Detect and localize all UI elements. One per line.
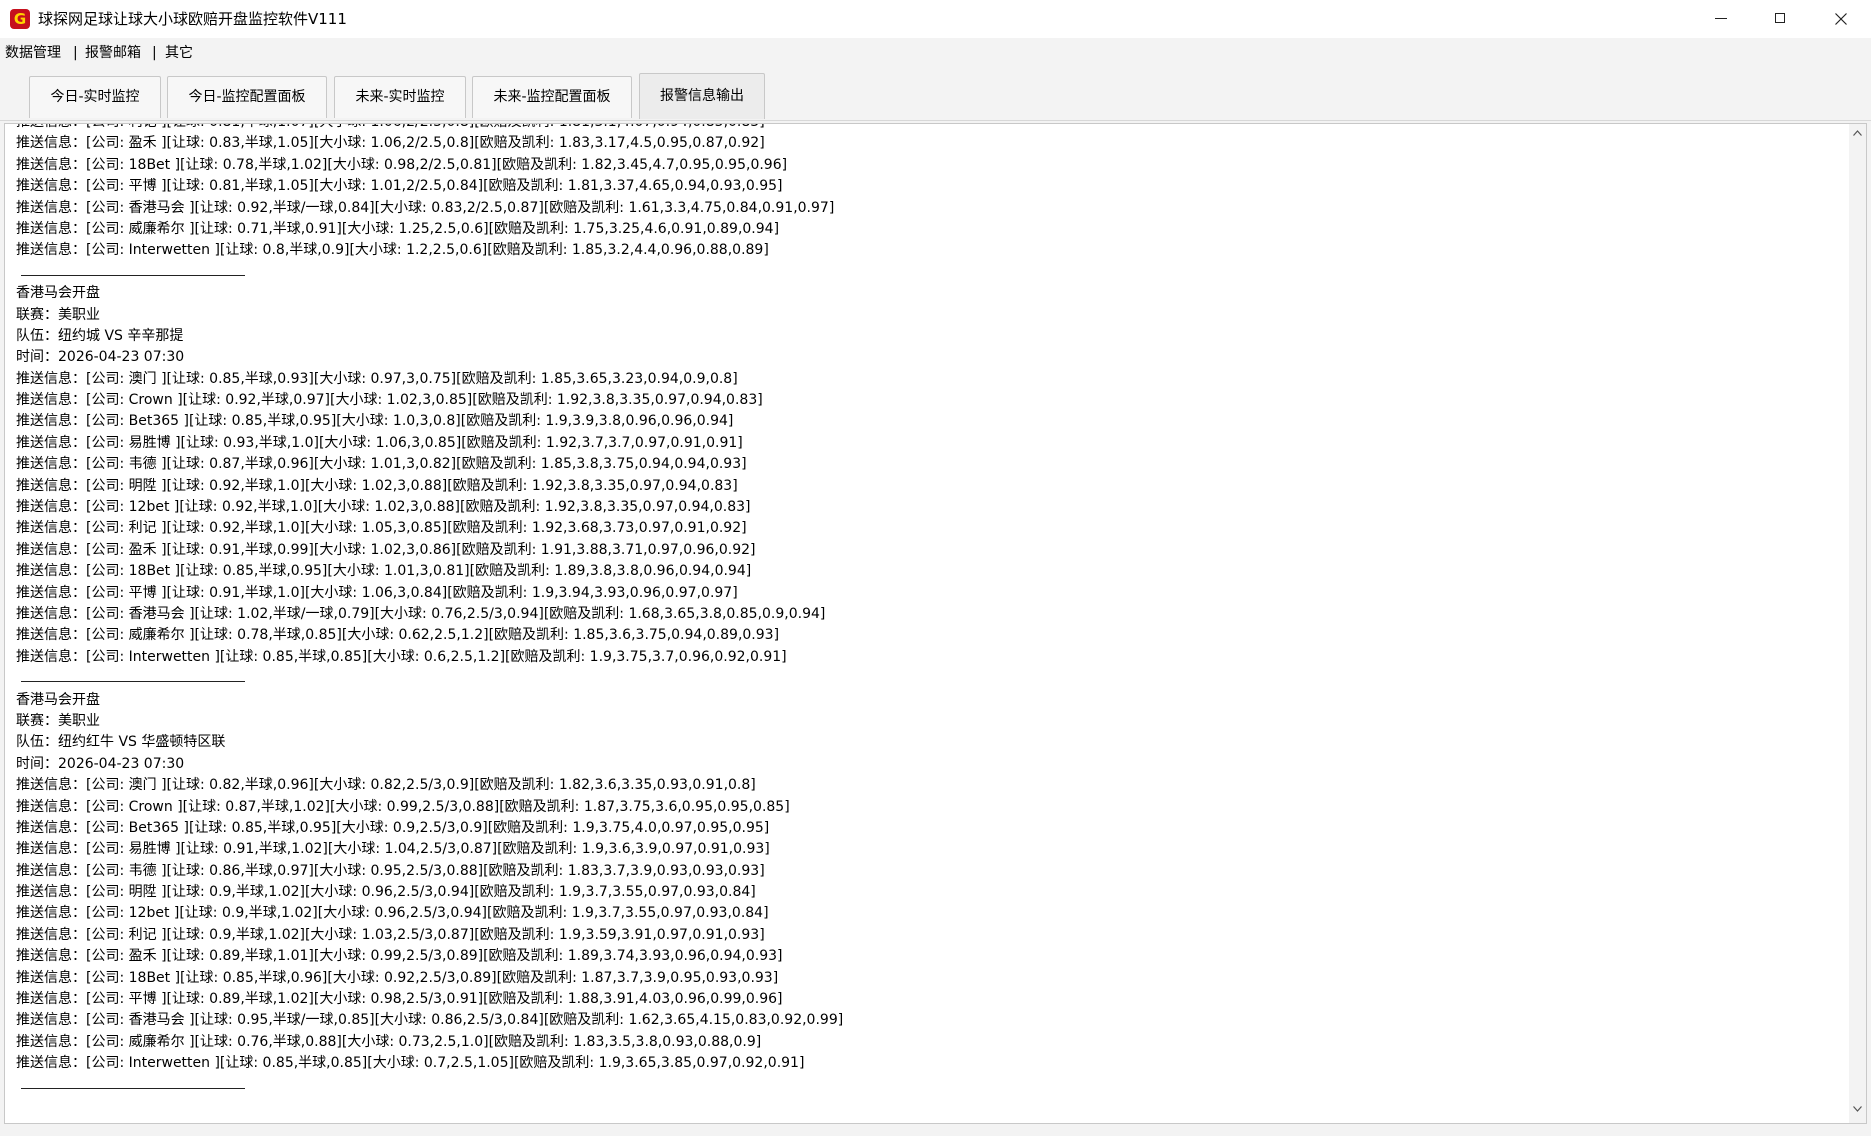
tab-today-config[interactable]: 今日-监控配置面板 (167, 76, 327, 118)
tab-bar: 今日-实时监控 今日-监控配置面板 未来-实时监控 未来-监控配置面板 报警信息… (0, 68, 1871, 121)
close-icon (1835, 13, 1847, 25)
menu-item-data-management[interactable]: 数据管理 (5, 38, 61, 68)
vertical-scrollbar[interactable] (1849, 124, 1866, 1123)
menu-item-other[interactable]: 其它 (165, 38, 193, 68)
tab-future-realtime[interactable]: 未来-实时监控 (334, 76, 466, 118)
log-line: 推送信息：[公司: 澳门 ][让球: 0.85,半球,0.93][大小球: 0.… (16, 370, 738, 387)
log-line: 队伍：纽约城 VS 辛辛那提 (16, 327, 184, 344)
log-line: 推送信息：[公司: 易胜博 ][让球: 0.93,半球,1.0][大小球: 1.… (16, 434, 743, 451)
log-line: 推送信息：[公司: 18Bet ][让球: 0.78,半球,1.02][大小球:… (16, 156, 788, 173)
log-line: 推送信息：[公司: 威廉希尔 ][让球: 0.71,半球,0.91][大小球: … (16, 220, 780, 237)
log-divider (16, 1075, 1846, 1096)
alert-log: 推送信息：[公司: 利记 ][让球: 0.81,半球,1.07][大小球: 1.… (16, 124, 1846, 1096)
log-line: 香港马会开盘 (16, 285, 100, 302)
log-line: 推送信息：[公司: Interwetten ][让球: 0.85,半球,0.85… (16, 648, 787, 665)
scroll-down-icon[interactable] (1853, 1106, 1862, 1112)
log-line: 推送信息：[公司: 香港马会 ][让球: 0.95,半球/一球,0.85][大小… (16, 1012, 844, 1029)
log-line: 联赛：美职业 (16, 712, 100, 729)
log-line: 推送信息：[公司: 利记 ][让球: 0.92,半球,1.0][大小球: 1.0… (16, 520, 747, 537)
tab-today-realtime[interactable]: 今日-实时监控 (29, 76, 161, 118)
log-line: 推送信息：[公司: 盈禾 ][让球: 0.83,半球,1.05][大小球: 1.… (16, 135, 765, 152)
title-bar: G 球探网足球让球大小球欧赔开盘监控软件V111 (0, 0, 1871, 38)
log-line: 推送信息：[公司: 韦德 ][让球: 0.86,半球,0.97][大小球: 0.… (16, 862, 765, 879)
log-line: 推送信息：[公司: 平博 ][让球: 0.89,半球,1.02][大小球: 0.… (16, 991, 783, 1008)
menu-separator: | (73, 45, 78, 61)
scroll-up-icon[interactable] (1853, 130, 1862, 136)
log-line: 联赛：美职业 (16, 306, 100, 323)
log-line: 推送信息：[公司: 香港马会 ][让球: 1.02,半球/一球,0.79][大小… (16, 605, 826, 622)
log-line: 推送信息：[公司: 利记 ][让球: 0.81,半球,1.07][大小球: 1.… (16, 124, 1846, 133)
log-line: 推送信息：[公司: 澳门 ][让球: 0.82,半球,0.96][大小球: 0.… (16, 777, 756, 794)
close-button[interactable] (1811, 0, 1871, 38)
maximize-button[interactable] (1751, 0, 1811, 38)
log-line: 推送信息：[公司: 易胜博 ][让球: 0.91,半球,1.02][大小球: 1… (16, 841, 770, 858)
tab-future-config[interactable]: 未来-监控配置面板 (472, 76, 632, 118)
log-line: 推送信息：[公司: 明陞 ][让球: 0.9,半球,1.02][大小球: 0.9… (16, 884, 756, 901)
log-line: 推送信息：[公司: Interwetten ][让球: 0.8,半球,0.9][… (16, 242, 769, 259)
log-line: 香港马会开盘 (16, 691, 100, 708)
log-line: 推送信息：[公司: Bet365 ][让球: 0.85,半球,0.95][大小球… (16, 819, 770, 836)
menu-separator: | (152, 45, 157, 61)
maximize-icon (1775, 13, 1785, 23)
log-line: 推送信息：[公司: 利记 ][让球: 0.9,半球,1.02][大小球: 1.0… (16, 926, 765, 943)
menu-item-alert-email[interactable]: 报警邮箱 (85, 38, 141, 68)
app-logo-icon: G (10, 9, 30, 29)
log-line: 推送信息：[公司: 明陞 ][让球: 0.92,半球,1.0][大小球: 1.0… (16, 477, 738, 494)
log-line: 推送信息：[公司: 18Bet ][让球: 0.85,半球,0.96][大小球:… (16, 969, 779, 986)
tab-alert-output[interactable]: 报警信息输出 (639, 73, 765, 119)
minimize-icon (1715, 18, 1727, 19)
log-line: 推送信息：[公司: 威廉希尔 ][让球: 0.78,半球,0.85][大小球: … (16, 627, 780, 644)
log-line: 推送信息：[公司: 平博 ][让球: 0.81,半球,1.05][大小球: 1.… (16, 178, 783, 195)
log-line: 推送信息：[公司: 香港马会 ][让球: 0.92,半球/一球,0.84][大小… (16, 199, 835, 216)
log-line: 推送信息：[公司: Crown ][让球: 0.92,半球,0.97][大小球:… (16, 392, 763, 409)
log-line: 推送信息：[公司: 平博 ][让球: 0.91,半球,1.0][大小球: 1.0… (16, 584, 738, 601)
log-line: 推送信息：[公司: 韦德 ][让球: 0.87,半球,0.96][大小球: 1.… (16, 456, 747, 473)
log-line: 推送信息：[公司: Bet365 ][让球: 0.85,半球,0.95][大小球… (16, 413, 734, 430)
log-line: 时间：2026-04-23 07:30 (16, 349, 185, 366)
log-line: 队伍：纽约红牛 VS 华盛顿特区联 (16, 734, 226, 751)
log-line: 推送信息：[公司: 12bet ][让球: 0.92,半球,1.0][大小球: … (16, 499, 751, 516)
menu-bar: 数据管理 | 报警邮箱 | 其它 (0, 38, 1871, 68)
window-title: 球探网足球让球大小球欧赔开盘监控软件V111 (38, 10, 347, 28)
log-line: 推送信息：[公司: 盈禾 ][让球: 0.91,半球,0.99][大小球: 1.… (16, 541, 756, 558)
log-divider (16, 262, 1846, 283)
log-divider (16, 668, 1846, 689)
alert-output-panel[interactable]: 推送信息：[公司: 利记 ][让球: 0.81,半球,1.07][大小球: 1.… (4, 123, 1867, 1124)
log-line: 推送信息：[公司: 12bet ][让球: 0.9,半球,1.02][大小球: … (16, 905, 769, 922)
log-line: 推送信息：[公司: Crown ][让球: 0.87,半球,1.02][大小球:… (16, 798, 790, 815)
minimize-button[interactable] (1691, 0, 1751, 38)
log-line: 推送信息：[公司: 威廉希尔 ][让球: 0.76,半球,0.88][大小球: … (16, 1033, 762, 1050)
log-line: 推送信息：[公司: 盈禾 ][让球: 0.89,半球,1.01][大小球: 0.… (16, 948, 783, 965)
log-line: 推送信息：[公司: 18Bet ][让球: 0.85,半球,0.95][大小球:… (16, 563, 752, 580)
status-area (0, 1124, 1871, 1136)
log-line: 时间：2026-04-23 07:30 (16, 755, 185, 772)
log-line: 推送信息：[公司: Interwetten ][让球: 0.85,半球,0.85… (16, 1055, 805, 1072)
